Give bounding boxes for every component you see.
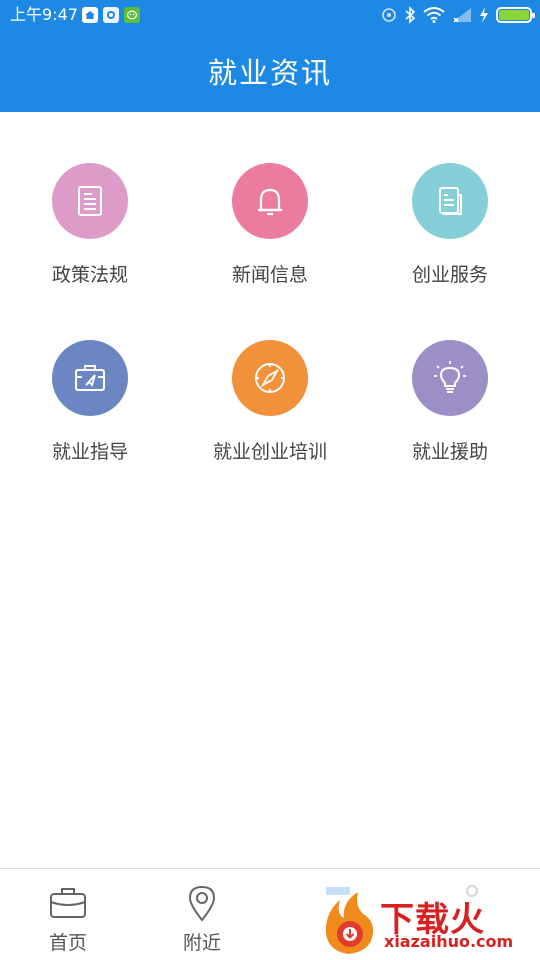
nav-item-home[interactable]: 首页 (28, 883, 108, 955)
nav-label-nearby: 附近 (182, 932, 221, 954)
watermark-logo: 下载火 xiazaihuo.com (318, 888, 540, 958)
grid-item-label: 就业援助 (411, 441, 488, 463)
document-icon (52, 163, 128, 239)
grid-item-news[interactable]: 新闻信息 (180, 163, 360, 287)
status-bar: 上午9:47 (0, 0, 540, 30)
grid-item-label: 政策法规 (51, 264, 128, 286)
grid-item-employment-aid[interactable]: 就业援助 (360, 340, 540, 464)
lightbulb-icon (412, 340, 488, 416)
hotspot-icon (382, 8, 396, 22)
status-time: 上午9:47 (10, 5, 78, 24)
flame-logo-icon (325, 892, 374, 954)
battery-icon (496, 7, 535, 23)
grid-item-policy[interactable]: 政策法规 (0, 163, 180, 287)
grid-item-training[interactable]: 就业创业培训 (180, 340, 360, 464)
watermark-url: xiazaihuo.com (384, 932, 514, 951)
bell-icon (232, 163, 308, 239)
nav-item-nearby[interactable]: 附近 (162, 883, 242, 955)
grid-item-label: 就业指导 (51, 441, 128, 463)
wifi-icon (423, 7, 445, 23)
briefcase-icon (50, 888, 86, 918)
grid-item-label: 就业创业培训 (212, 441, 327, 463)
battery-fill (499, 10, 529, 20)
grid-item-label: 新闻信息 (231, 264, 308, 286)
page-title: 就业资讯 (207, 56, 332, 90)
status-app-icons (82, 7, 140, 23)
status-indicators (381, 6, 535, 24)
grid-item-label: 创业服务 (411, 264, 488, 286)
grid-item-startup-service[interactable]: 创业服务 (360, 163, 540, 287)
wechat-app-icon (124, 7, 140, 23)
app-header: 就业资讯 (0, 30, 540, 112)
compass-icon (232, 340, 308, 416)
charging-icon (480, 7, 488, 23)
location-pin-icon (188, 885, 216, 922)
nav-label-home: 首页 (48, 932, 87, 954)
bluetooth-icon (405, 6, 416, 24)
briefcase-compass-icon (52, 340, 128, 416)
files-icon (412, 163, 488, 239)
grid-item-employment-guidance[interactable]: 就业指导 (0, 340, 180, 464)
signal-icon (453, 8, 471, 23)
weather-app-icon (103, 7, 119, 23)
house-app-icon (82, 7, 98, 23)
